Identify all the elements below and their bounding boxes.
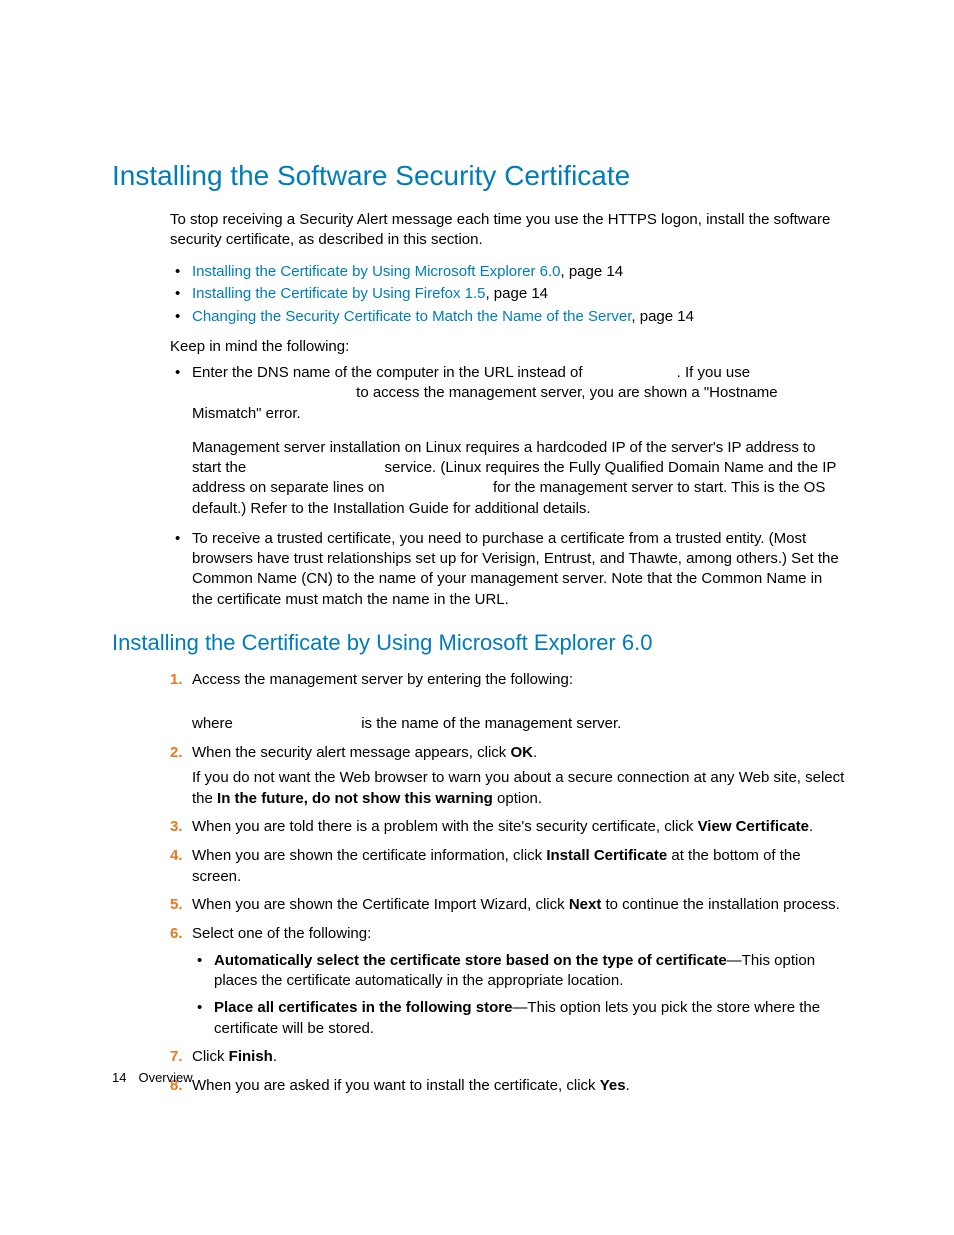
bold-text: Place all certificates in the following … [214,999,512,1016]
step-text: Select one of the following: [192,925,371,942]
toc-link[interactable]: Installing the Certificate by Using Micr… [192,263,561,280]
toc-item: Changing the Security Certificate to Mat… [170,306,846,329]
bold-text: Automatically select the certificate sto… [214,952,727,969]
sub-option: Automatically select the certificate sto… [192,951,846,992]
step-item: When you are shown the Certificate Impor… [170,895,846,916]
page-number: 14 [112,1070,126,1085]
step-item: When you are told there is a problem wit… [170,817,846,838]
step-text: Access the management server by entering… [192,671,573,688]
step-text: When you are shown the Certificate Impor… [192,896,569,913]
sub-heading: Installing the Certificate by Using Micr… [112,630,846,656]
step-text: When the security alert message appears,… [192,744,510,761]
step-item: When the security alert message appears,… [170,743,846,809]
step-item: Select one of the following: Automatical… [170,924,846,1039]
step-item: Click Finish. [170,1047,846,1068]
page-content: Installing the Software Security Certifi… [0,0,954,1097]
toc-item: Installing the Certificate by Using Micr… [170,261,846,284]
toc-suffix: , page 14 [631,308,694,325]
toc-link[interactable]: Installing the Certificate by Using Fire… [192,285,485,302]
steps-list: Access the management server by entering… [170,670,846,1097]
bold-text: Next [569,896,602,913]
step-text: When you are shown the certificate infor… [192,847,546,864]
note-text: to access the management server, you are… [192,384,778,421]
note-text: . If you use [677,364,750,381]
note-item: Enter the DNS name of the computer in th… [170,363,846,519]
step-text: When you are told there is a problem wit… [192,818,698,835]
step-text: . [533,744,537,761]
toc-list: Installing the Certificate by Using Micr… [170,261,846,329]
step-text: . [626,1077,630,1094]
note-text: Enter the DNS name of the computer in th… [192,364,587,381]
note-item: To receive a trusted certificate, you ne… [170,529,846,610]
step-item: Access the management server by entering… [170,670,846,735]
step-text: . [273,1048,277,1065]
toc-suffix: , page 14 [485,285,548,302]
step-text: where [192,715,237,732]
intro-paragraph: To stop receiving a Security Alert messa… [170,210,846,251]
bold-text: Yes [600,1077,626,1094]
toc-link[interactable]: Changing the Security Certificate to Mat… [192,308,631,325]
note-paragraph: Management server installation on Linux … [192,438,846,519]
main-heading: Installing the Software Security Certifi… [112,160,846,192]
section-name: Overview [138,1070,192,1085]
step-text: Click [192,1048,229,1065]
step-text: When you are asked if you want to instal… [192,1077,600,1094]
notes-list: Enter the DNS name of the computer in th… [170,363,846,610]
page-footer: 14 Overview [112,1070,193,1085]
toc-item: Installing the Certificate by Using Fire… [170,283,846,306]
step-text: option. [493,790,542,807]
bold-text: In the future, do not show this warning [217,790,493,807]
bold-text: Install Certificate [546,847,667,864]
step-subtext: If you do not want the Web browser to wa… [192,768,846,809]
step-item: When you are shown the certificate infor… [170,846,846,887]
bold-text: OK [510,744,533,761]
step-text: to continue the installation process. [601,896,839,913]
keep-in-mind: Keep in mind the following: [170,338,846,355]
sub-options: Automatically select the certificate sto… [192,951,846,1040]
step-item: When you are asked if you want to instal… [170,1076,846,1097]
step-text: is the name of the management server. [357,715,621,732]
bold-text: Finish [229,1048,273,1065]
step-text: . [809,818,813,835]
toc-suffix: , page 14 [561,263,624,280]
step-subtext: where is the name of the management serv… [192,714,846,735]
bold-text: View Certificate [698,818,809,835]
sub-option: Place all certificates in the following … [192,998,846,1039]
